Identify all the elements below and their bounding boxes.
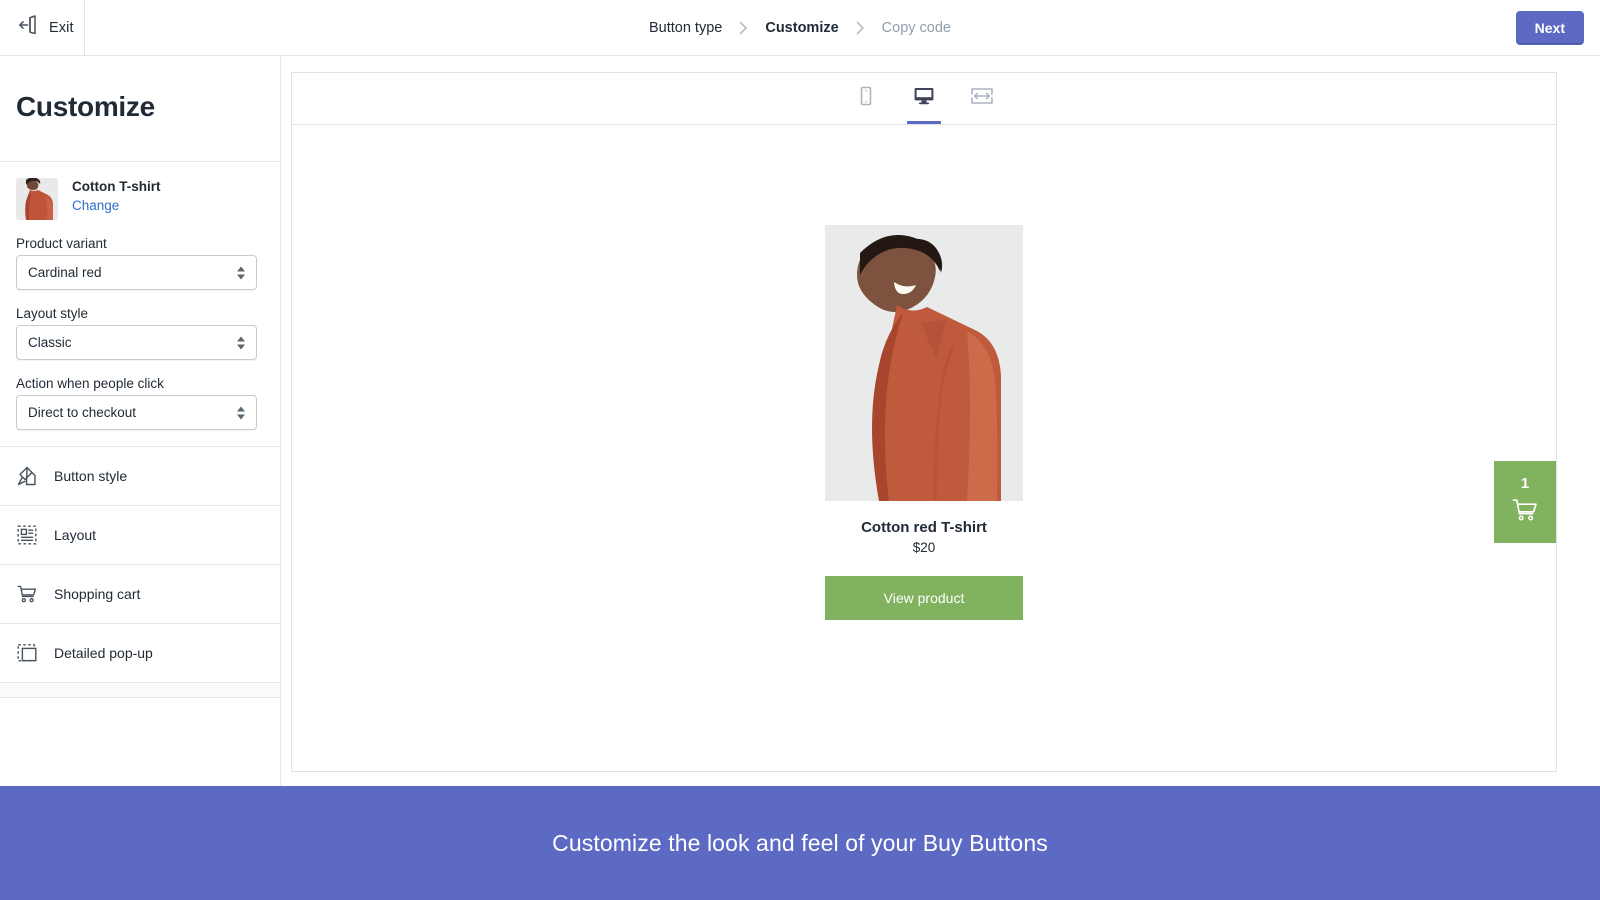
popup-window-icon bbox=[16, 642, 38, 664]
shopping-cart-icon bbox=[1511, 497, 1539, 528]
sidebar: Customize Cotton T-shirt Change Product … bbox=[0, 56, 281, 786]
product-preview: Cotton red T-shirt $20 View product bbox=[825, 225, 1023, 620]
layout-style-value: Classic bbox=[28, 335, 72, 350]
product-info: Cotton T-shirt Change bbox=[72, 178, 160, 216]
vertical-scrollbar[interactable] bbox=[1592, 112, 1600, 786]
product-thumbnail bbox=[16, 178, 58, 220]
preview-card: Cotton red T-shirt $20 View product 1 bbox=[291, 72, 1557, 772]
click-action-value: Direct to checkout bbox=[28, 405, 137, 420]
page-title: Customize bbox=[16, 91, 155, 122]
product-variant-label: Product variant bbox=[16, 236, 107, 251]
breadcrumb-separator-icon bbox=[856, 21, 865, 35]
preview-area: Cotton red T-shirt $20 View product 1 bbox=[281, 56, 1600, 786]
breadcrumb-separator-icon bbox=[739, 21, 748, 35]
next-button[interactable]: Next bbox=[1515, 11, 1584, 45]
exit-button[interactable]: Exit bbox=[0, 0, 85, 56]
chevron-updown-icon bbox=[237, 266, 245, 279]
chevron-updown-icon bbox=[237, 406, 245, 419]
product-preview-price: $20 bbox=[912, 540, 936, 555]
paint-brush-icon bbox=[16, 465, 38, 487]
sidebar-item-layout[interactable]: Layout bbox=[0, 506, 280, 565]
chevron-updown-icon bbox=[237, 336, 245, 349]
sidebar-item-label: Layout bbox=[54, 527, 97, 543]
change-product-link[interactable]: Change bbox=[72, 196, 160, 216]
selected-product: Cotton T-shirt Change bbox=[16, 178, 264, 220]
sidebar-item-shopping-cart[interactable]: Shopping cart bbox=[0, 565, 280, 624]
sidebar-item-label: Detailed pop-up bbox=[54, 645, 153, 661]
sidebar-bottom-band bbox=[0, 683, 280, 698]
click-action-field: Action when people click Direct to check… bbox=[16, 376, 264, 430]
product-variant-value: Cardinal red bbox=[28, 265, 102, 280]
full-width-arrows-icon bbox=[969, 84, 995, 113]
sidebar-item-label: Shopping cart bbox=[54, 586, 141, 602]
top-bar: Exit Button type Customize Copy code Nex… bbox=[0, 0, 1600, 56]
exit-label: Exit bbox=[49, 19, 74, 36]
breadcrumb: Button type Customize Copy code bbox=[0, 0, 1600, 56]
mobile-device-icon bbox=[854, 84, 878, 113]
exit-door-arrow-icon bbox=[17, 14, 39, 41]
product-variant-field: Product variant Cardinal red bbox=[16, 236, 264, 290]
breadcrumb-step-copy-code[interactable]: Copy code bbox=[882, 20, 951, 36]
bottom-banner: Customize the look and feel of your Buy … bbox=[0, 786, 1600, 900]
view-product-button[interactable]: View product bbox=[825, 576, 1023, 620]
preview-body: Cotton red T-shirt $20 View product 1 bbox=[292, 125, 1556, 771]
product-settings-section: Cotton T-shirt Change Product variant Ca… bbox=[0, 162, 280, 430]
banner-text: Customize the look and feel of your Buy … bbox=[552, 829, 1048, 856]
breadcrumb-step-button-type[interactable]: Button type bbox=[649, 20, 722, 36]
click-action-label: Action when people click bbox=[16, 376, 164, 391]
sidebar-item-detailed-popup[interactable]: Detailed pop-up bbox=[0, 624, 280, 683]
product-name: Cotton T-shirt bbox=[72, 179, 161, 194]
shopping-cart-icon bbox=[16, 583, 38, 605]
layout-style-select[interactable]: Classic bbox=[16, 325, 257, 360]
layout-style-label: Layout style bbox=[16, 306, 89, 321]
view-mode-full-width[interactable] bbox=[963, 73, 1001, 124]
desktop-monitor-icon bbox=[912, 84, 936, 113]
view-mode-toolbar bbox=[292, 73, 1556, 125]
layout-style-field: Layout style Classic bbox=[16, 306, 264, 360]
product-image bbox=[825, 225, 1023, 501]
view-mode-mobile[interactable] bbox=[847, 73, 885, 124]
cart-tab[interactable]: 1 bbox=[1494, 461, 1556, 543]
view-mode-desktop[interactable] bbox=[905, 73, 943, 124]
product-preview-title: Cotton red T-shirt bbox=[861, 519, 987, 536]
sidebar-item-label: Button style bbox=[54, 468, 128, 484]
click-action-select[interactable]: Direct to checkout bbox=[16, 395, 257, 430]
cart-count: 1 bbox=[1520, 475, 1530, 492]
buy-button-customizer-app: Exit Button type Customize Copy code Nex… bbox=[0, 0, 1600, 900]
breadcrumb-step-customize[interactable]: Customize bbox=[765, 20, 838, 36]
sidebar-item-button-style[interactable]: Button style bbox=[0, 447, 280, 506]
layout-grid-icon bbox=[16, 524, 38, 546]
product-variant-select[interactable]: Cardinal red bbox=[16, 255, 257, 290]
